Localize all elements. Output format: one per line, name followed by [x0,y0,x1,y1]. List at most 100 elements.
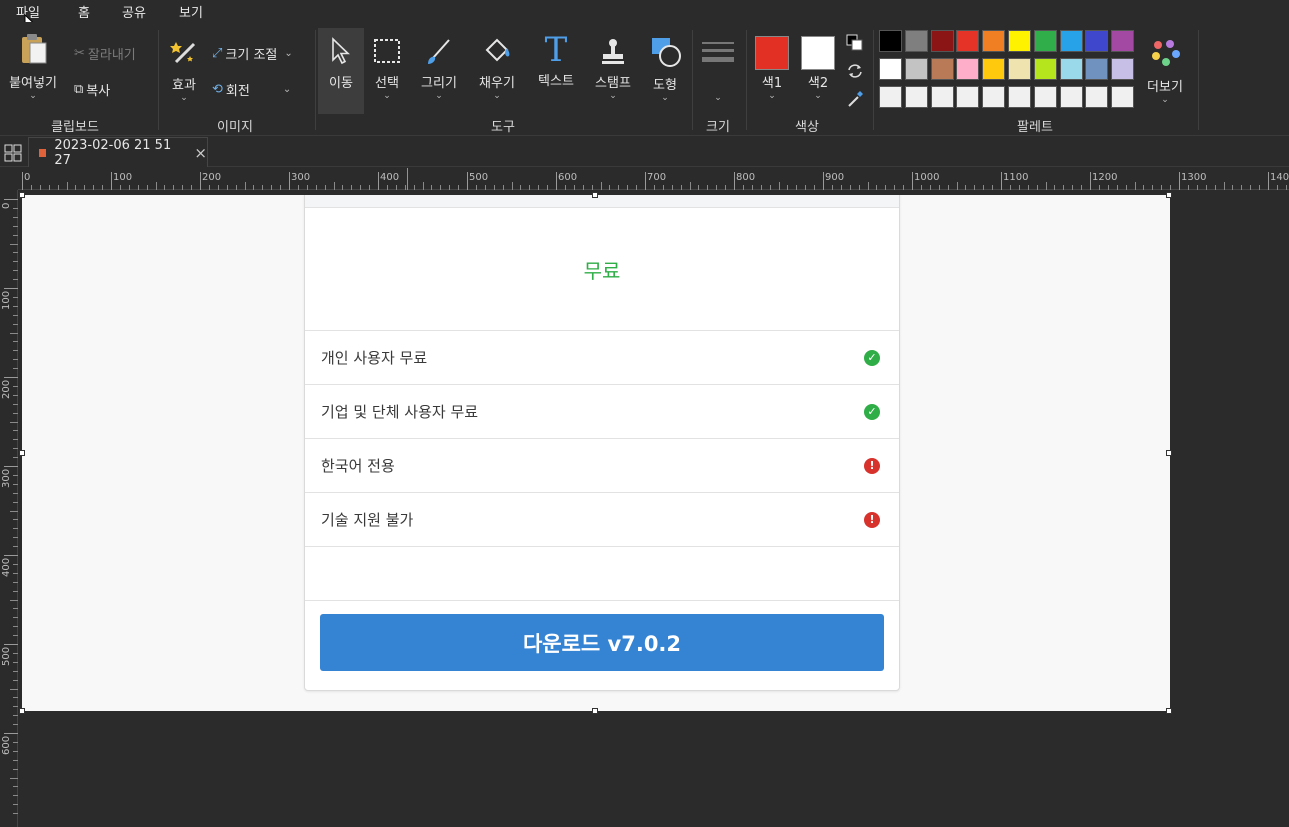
ruler-minor-tick [395,185,397,190]
resize-handle[interactable] [1166,450,1172,456]
cut-button[interactable]: ✂ 잘라내기 [74,44,136,63]
swap-default-colors-icon[interactable] [846,34,864,52]
ruler-minor-tick [13,385,18,387]
palette-swatch[interactable] [1008,86,1031,108]
palette-swatch[interactable] [930,86,954,108]
size-button[interactable]: ⌄ [698,38,738,103]
palette-swatch[interactable] [1085,58,1109,80]
ruler-minor-tick [876,185,878,190]
ruler-minor-tick [244,182,246,190]
resize-handle[interactable] [592,192,598,198]
menu-home[interactable]: 홈 [78,2,90,21]
ruler-number: 900 [825,172,845,183]
ruler-minor-tick [769,185,771,190]
palette-swatch[interactable] [956,30,980,52]
ruler-minor-tick [609,185,611,190]
ruler-minor-tick [840,185,842,190]
divider [315,30,316,130]
color2-button[interactable]: 색2 ⌄ [798,36,838,101]
shape-tool-button[interactable]: 도형 ⌄ [644,36,686,103]
plan-title: 무료 [305,208,899,331]
ruler-tick [1090,172,1091,190]
select-tool-button[interactable]: 선택 ⌄ [366,36,408,101]
divider [158,30,159,130]
stamp-tool-button[interactable]: 스탬프 ⌄ [590,36,636,101]
palette-swatch[interactable] [1111,58,1135,80]
palette-swatch[interactable] [1111,86,1135,108]
palette-swatch[interactable] [1033,58,1057,80]
resize-handle[interactable] [19,192,25,198]
palette-swatch[interactable] [904,58,928,80]
palette-swatch[interactable] [956,86,980,108]
ruler-tick [111,172,112,190]
ruler-minor-tick [13,448,18,450]
palette-swatch[interactable] [1059,86,1083,108]
ruler-minor-tick [698,185,700,190]
chevron-down-icon: ⌄ [493,91,501,101]
tab-title: 2023-02-06 21 51 27 [54,137,172,168]
rotate-button[interactable]: ⟲ 회전 ⌄ [212,80,310,99]
palette-swatch[interactable] [1111,30,1135,52]
download-button[interactable]: 다운로드 v7.0.2 [320,614,884,671]
palette-swatch[interactable] [1008,58,1031,80]
palette-swatch[interactable] [982,30,1006,52]
ruler-minor-tick [13,626,18,628]
grid-view-icon[interactable] [4,144,22,162]
ruler-tick [4,466,18,467]
ruler-minor-tick [13,296,18,298]
ruler-tick [1001,172,1002,190]
feature-row: 기술 지원 불가! [305,493,899,547]
palette-swatch[interactable] [930,30,954,52]
ruler-minor-tick [39,185,41,190]
text-tool-button[interactable]: T 텍스트 [532,32,580,89]
swap-colors-icon[interactable] [846,62,864,80]
palette-swatch[interactable] [982,86,1006,108]
fill-tool-button[interactable]: 채우기 ⌄ [472,36,522,101]
colors-group-label: 색상 [795,120,819,135]
palette-swatch[interactable] [1059,58,1083,80]
move-tool-button[interactable]: 이동 [318,28,364,114]
effect-button[interactable]: 효과 ⌄ [164,36,204,103]
palette-swatch[interactable] [879,58,902,80]
color1-button[interactable]: 색1 ⌄ [752,36,792,101]
ruler-minor-tick [805,185,807,190]
paste-button[interactable]: 붙여넣기 ⌄ [4,32,62,101]
palette-swatch[interactable] [1059,30,1083,52]
image-canvas[interactable]: 무료 개인 사용자 무료 ✓ 기업 및 단체 사용자 무료 ✓ 한국어 전용! 기술 지원… [22,195,1170,711]
palette-swatch[interactable] [1008,30,1031,52]
palette-swatch[interactable] [1085,30,1109,52]
ruler-minor-tick [84,185,86,190]
resize-button[interactable]: ⤢ 크기 조절 ⌄ [212,44,310,63]
more-colors-button[interactable]: 더보기 ⌄ [1140,36,1190,105]
resize-handle[interactable] [1166,192,1172,198]
palette-swatch[interactable] [904,30,928,52]
ruler-number: 300 [291,172,311,183]
palette-swatch[interactable] [956,58,980,80]
ruler-tick [4,644,18,645]
ruler-minor-tick [137,185,139,190]
palette-swatch[interactable] [930,58,954,80]
palette-swatch[interactable] [879,30,902,52]
resize-handle[interactable] [19,708,25,714]
palette-swatch[interactable] [904,86,928,108]
palette-swatch[interactable] [1033,86,1057,108]
draw-tool-button[interactable]: 그리기 ⌄ [416,36,462,101]
resize-handle[interactable] [1166,708,1172,714]
ruler-minor-tick [431,185,433,190]
menu-share[interactable]: 공유 [122,2,146,21]
close-icon[interactable]: × [194,144,207,162]
resize-handle[interactable] [592,708,598,714]
chevron-down-icon: ⌄ [29,91,37,101]
chevron-down-icon: ⌄ [284,48,293,59]
resize-handle[interactable] [19,450,25,456]
copy-button[interactable]: ⧉ 복사 [74,80,110,99]
palette-swatch[interactable] [982,58,1006,80]
document-tab[interactable]: 2023-02-06 21 51 27 × [28,137,208,168]
chevron-down-icon: ⌄ [661,93,669,103]
ruler-minor-tick [10,777,18,779]
palette-swatch[interactable] [1033,30,1057,52]
palette-swatch[interactable] [879,86,902,108]
menu-view[interactable]: 보기 [179,2,203,21]
eyedropper-icon[interactable] [846,90,864,108]
palette-swatch[interactable] [1085,86,1109,108]
